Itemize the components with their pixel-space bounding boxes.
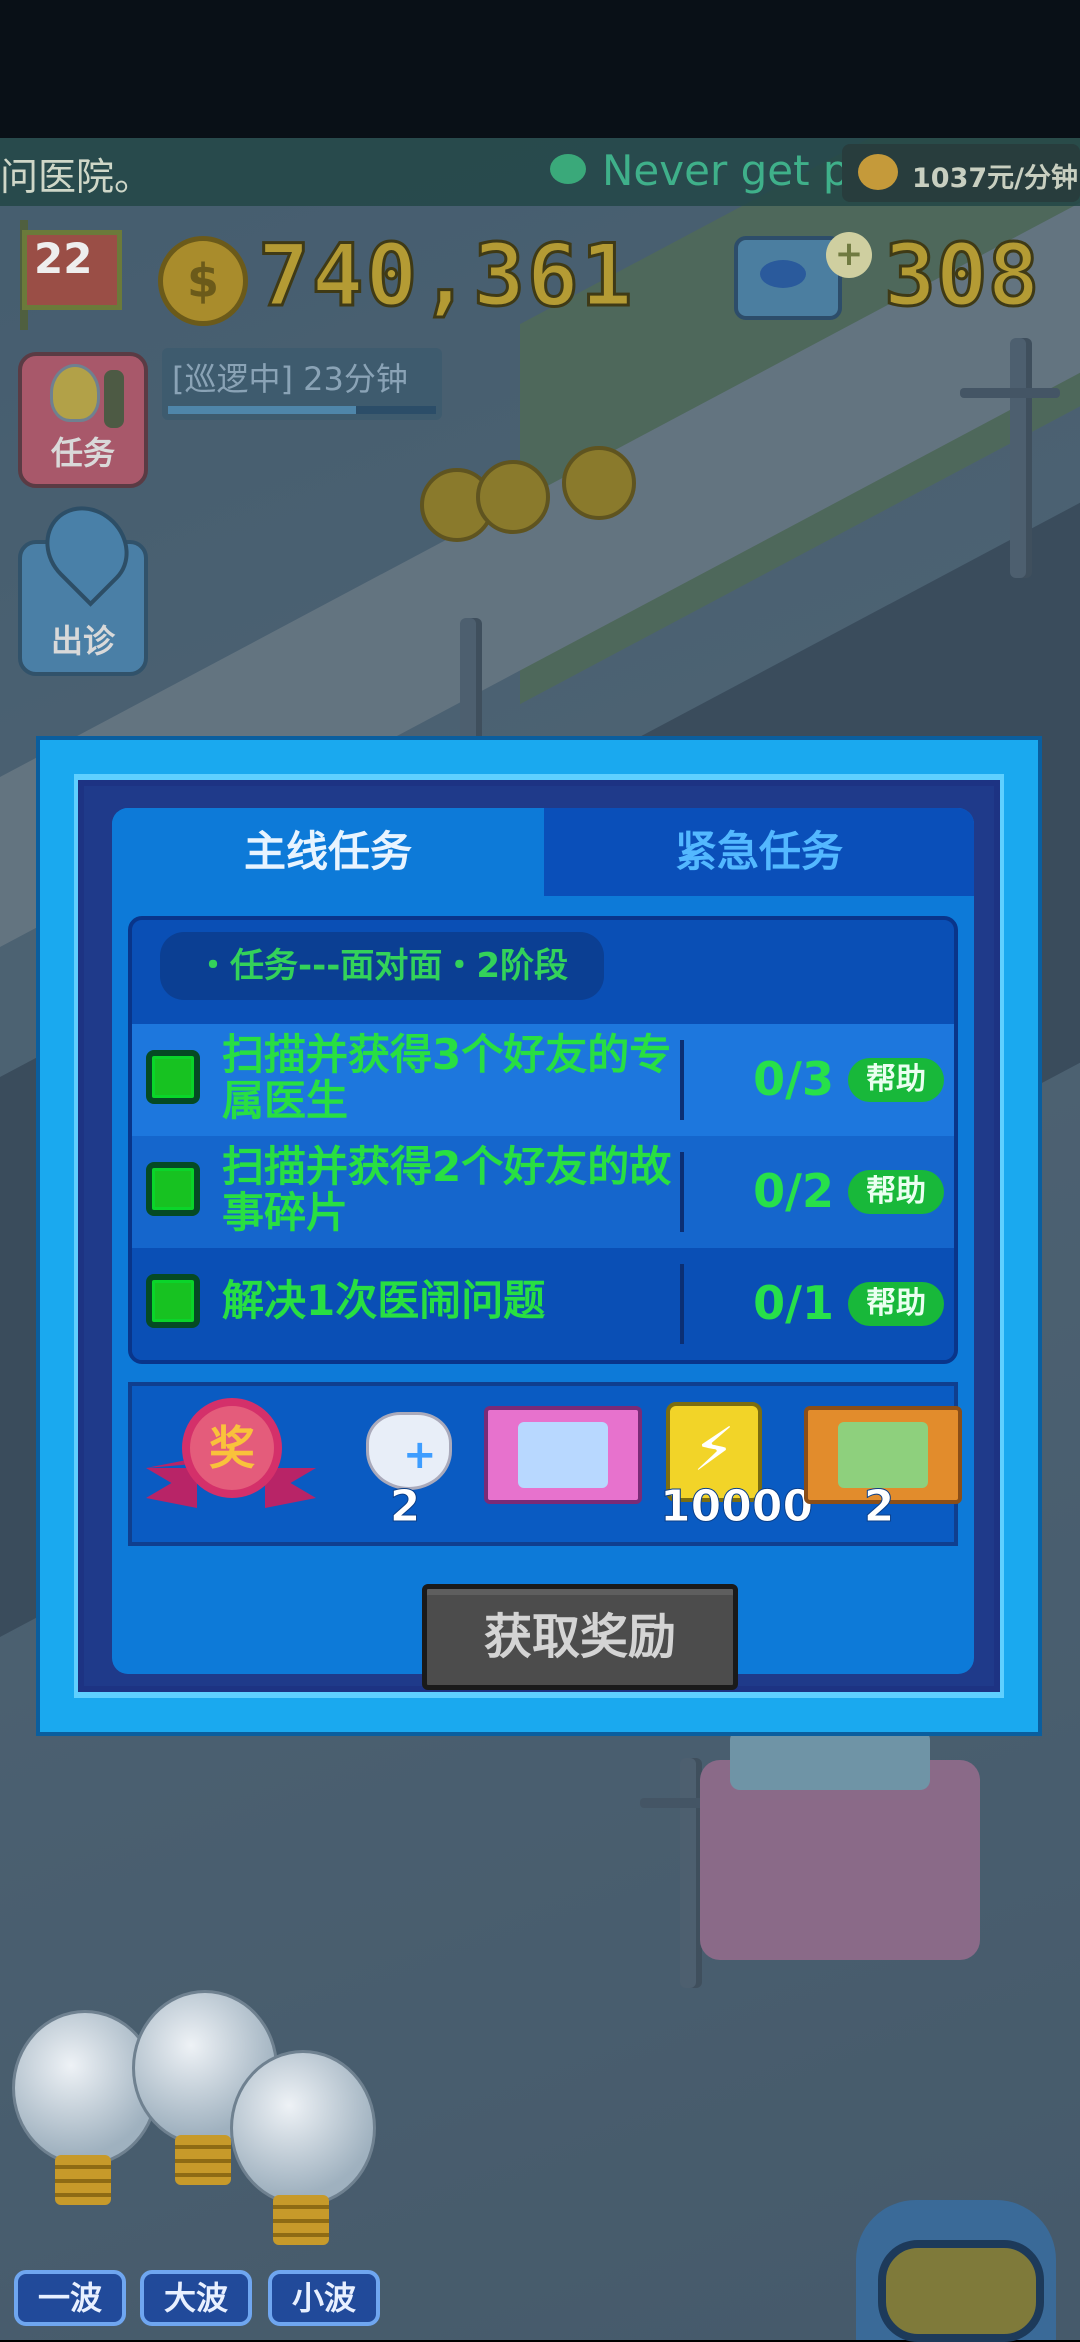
task-checkbox — [146, 1162, 200, 1216]
income-rate: 1037元/分钟 — [842, 144, 1080, 202]
claim-reward-label: 获取奖励 — [483, 1609, 676, 1665]
reward-strip: 奖 + 2 ⚡ 10000 2 — [128, 1382, 962, 1546]
wave-button-one[interactable]: 一波 — [14, 2270, 126, 2326]
lightbulb-characters — [0, 1990, 420, 2270]
piggy-bank-icon — [858, 154, 898, 190]
help-button[interactable]: 帮助 — [848, 1170, 944, 1214]
wave-button-big[interactable]: 大波 — [140, 2270, 252, 2326]
floating-coin-icon[interactable] — [562, 446, 636, 520]
task-button-label: 任务 — [50, 434, 115, 472]
tab-urgent-tasks[interactable]: 紧急任务 — [544, 808, 974, 896]
pink-card-icon[interactable] — [484, 1400, 642, 1530]
task-text: 解决1次医闹问题 — [222, 1276, 546, 1325]
task-list: ・任务---面对面・2阶段 扫描并获得3个好友的专属医生 0/3 帮助 扫描并获… — [128, 916, 958, 1364]
task-row: 扫描并获得2个好友的故事碎片 0/2 帮助 — [132, 1136, 954, 1248]
bulb-character — [230, 2050, 376, 2245]
claim-reward-button[interactable]: 获取奖励 — [422, 1584, 738, 1690]
chat-icon — [550, 154, 586, 184]
task-checkbox — [146, 1050, 200, 1104]
traffic-light-icon — [104, 370, 124, 428]
tab-main-tasks[interactable]: 主线任务 — [112, 808, 544, 896]
wave-button-small[interactable]: 小波 — [268, 2270, 380, 2326]
help-button[interactable]: 帮助 — [848, 1282, 944, 1326]
ticker-right-text: Never get p — [602, 146, 842, 195]
task-button[interactable]: 任务 — [18, 352, 148, 488]
patrol-text: [巡逻中] 23分钟 — [172, 360, 408, 398]
reward-qty: 10000 — [660, 1481, 814, 1533]
gem-counter: 308 — [882, 225, 1040, 328]
house-call-button[interactable]: 出诊 — [18, 489, 148, 676]
floating-coin-icon[interactable] — [476, 460, 550, 534]
coin-icon: $ — [158, 236, 248, 326]
level-flag: 22 — [12, 210, 122, 330]
money-counter: 740,361 — [256, 225, 635, 328]
help-button[interactable]: 帮助 — [848, 1058, 944, 1102]
lightning-icon[interactable]: ⚡ 10000 — [660, 1400, 814, 1533]
task-panel: 主线任务 紧急任务 ・任务---面对面・2阶段 扫描并获得3个好友的专属医生 0… — [112, 808, 974, 1690]
task-row: 扫描并获得3个好友的专属医生 0/3 帮助 — [132, 1024, 954, 1136]
reward-qty: 2 — [863, 1481, 895, 1533]
reward-qty: 2 — [389, 1481, 421, 1533]
patrol-status: [巡逻中] 23分钟 — [162, 348, 442, 420]
fish-tank-icon[interactable]: + — [734, 232, 872, 320]
lightbulb-icon — [50, 364, 100, 422]
house-call-label: 出诊 — [50, 622, 115, 660]
task-row: 解决1次医闹问题 0/1 帮助 — [132, 1248, 954, 1360]
income-rate-text: 1037元/分钟 — [912, 163, 1079, 194]
orange-card-icon[interactable]: 2 — [804, 1400, 962, 1533]
level-number: 22 — [34, 234, 93, 283]
cat-vehicle-icon[interactable] — [856, 2140, 1056, 2342]
task-progress: 0/1 — [753, 1276, 834, 1330]
task-checkbox — [146, 1274, 200, 1328]
stage-label: ・任务---面对面・2阶段 — [160, 932, 604, 1000]
task-progress: 0/2 — [753, 1164, 834, 1218]
ice-cream-van — [700, 1730, 980, 1960]
ticker-left-text: 问医院。 — [0, 155, 153, 199]
task-text: 扫描并获得2个好友的故事碎片 — [222, 1142, 672, 1237]
task-text: 扫描并获得3个好友的专属医生 — [222, 1030, 672, 1125]
task-dialog: 主线任务 紧急任务 ・任务---面对面・2阶段 扫描并获得3个好友的专属医生 0… — [36, 736, 1042, 1736]
add-gems-icon[interactable]: + — [826, 232, 872, 278]
task-progress: 0/3 — [753, 1052, 834, 1106]
reward-medal-icon: 奖 — [146, 1398, 316, 1538]
cat-plus-icon[interactable]: + 2 — [360, 1400, 452, 1533]
patrol-progress-bar — [168, 406, 436, 414]
